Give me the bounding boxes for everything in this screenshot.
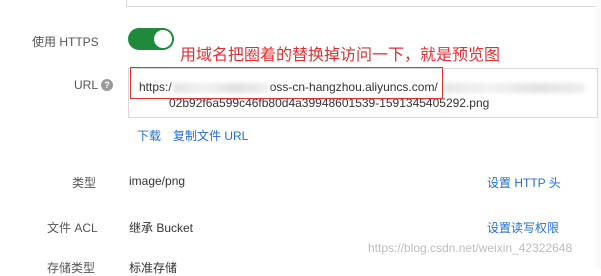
previous-field-box	[126, 0, 598, 7]
set-http-header-link[interactable]: 设置 HTTP 头	[487, 174, 561, 191]
storage-value: 标准存储	[129, 261, 178, 275]
toggle-knob	[154, 30, 172, 48]
type-label: 类型	[72, 176, 97, 190]
annotation-text: 用域名把圈着的替换掉访问一下，就是预览图	[180, 47, 501, 64]
https-toggle[interactable]	[128, 28, 174, 50]
acl-label: 文件 ACL	[47, 221, 98, 235]
download-link[interactable]: 下载	[137, 127, 161, 144]
watermark-text: https://blog.csdn.net/weixin_42322648	[368, 241, 573, 255]
scrollbar-track[interactable]	[595, 0, 601, 269]
question-circle-icon[interactable]: ?	[101, 79, 113, 91]
acl-value: 继承 Bucket	[129, 221, 194, 235]
redacted-path	[443, 82, 584, 93]
url-label: URL	[74, 78, 99, 92]
type-value: image/png	[129, 174, 186, 188]
storage-label: 存储类型	[47, 261, 96, 275]
copy-url-link[interactable]: 复制文件 URL	[173, 127, 248, 144]
annotation-highlight-box	[130, 67, 443, 99]
https-label: 使用 HTTPS	[32, 35, 99, 49]
set-acl-link[interactable]: 设置读写权限	[487, 219, 559, 236]
